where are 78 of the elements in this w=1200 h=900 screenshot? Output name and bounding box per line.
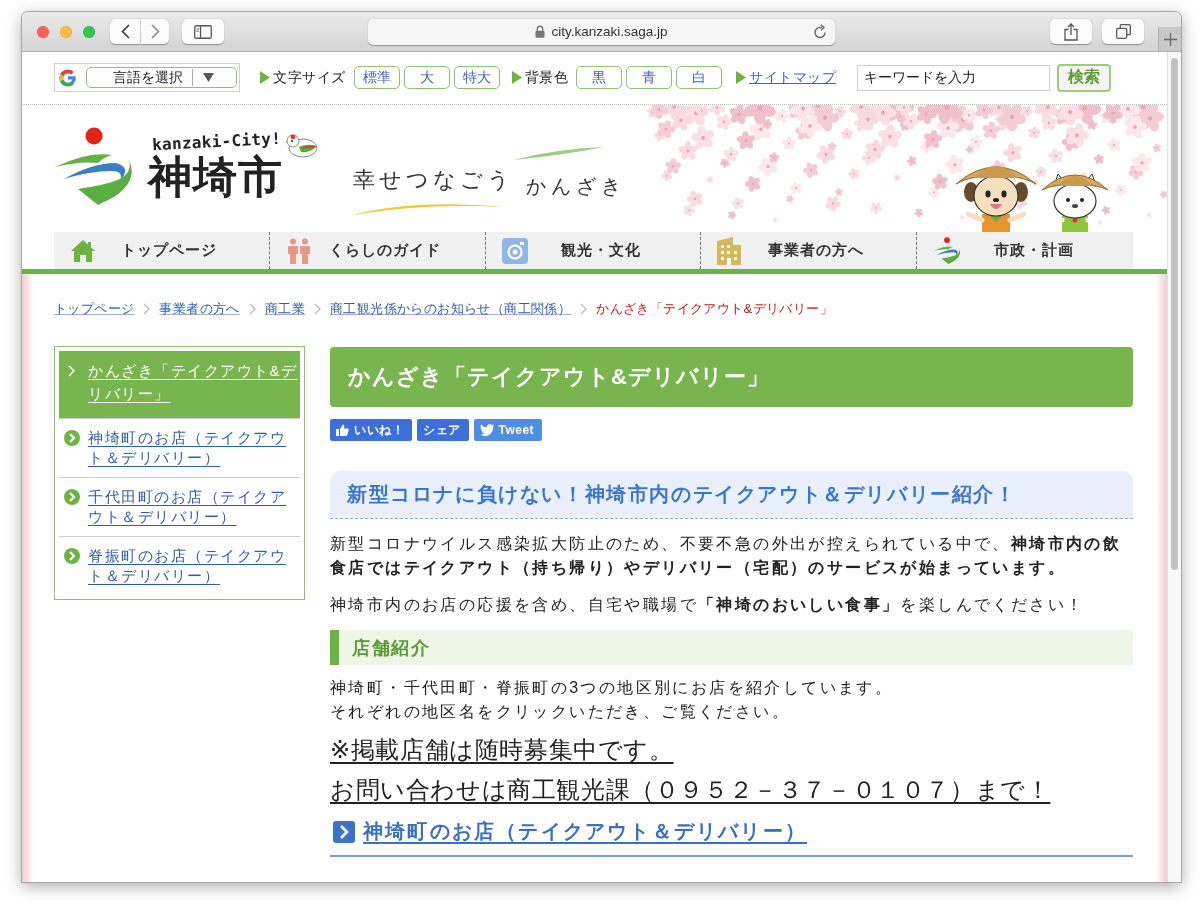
chevron-circle-icon [64, 548, 80, 564]
search-field[interactable]: キーワードを入力 [857, 64, 1050, 91]
sidebar-icon [194, 24, 212, 39]
scrollbar-thumb[interactable] [1171, 58, 1178, 570]
window-close-button[interactable] [37, 25, 49, 38]
language-select[interactable]: 言語を選択 [86, 67, 237, 88]
camera-icon [501, 237, 528, 264]
setting-label: 背景色 [524, 68, 568, 87]
breadcrumb-link[interactable]: トップページ [54, 300, 135, 318]
building-icon [717, 236, 742, 265]
emblem-icon [933, 237, 962, 264]
address-bar[interactable]: city.kanzaki.saga.jp [368, 18, 835, 45]
bird-icon [285, 133, 320, 159]
page-title: かんざき「テイクアウト&デリバリー」 [330, 347, 1133, 407]
breadcrumb-link[interactable]: 商工業 [264, 300, 305, 318]
plus-icon [1163, 32, 1177, 46]
breadcrumb-current-page: かんざき「テイクアウト&デリバリー」 [596, 300, 834, 318]
nav-item[interactable]: トップページ [54, 232, 270, 269]
back-icon [120, 24, 130, 39]
bird-icon [479, 424, 494, 436]
section-link[interactable]: 神埼町のお店（テイクアウト＆デリバリー） [333, 818, 807, 845]
caret-icon [203, 73, 214, 82]
sidebar-button[interactable] [182, 19, 224, 44]
notice-text: ※掲載店舗は随時募集中です。 [330, 735, 675, 765]
thumbs-up-icon [336, 424, 349, 436]
forward-icon [150, 24, 160, 39]
lock-icon [535, 25, 546, 38]
paragraph: 神埼市内のお店の応援を含め、自宅や職場で「神埼のおいしい食事」を楽しんでください！ [330, 595, 1086, 615]
forward-button[interactable] [141, 19, 169, 44]
new-tab-button[interactable] [1158, 27, 1181, 51]
window-zoom-button[interactable] [83, 25, 95, 38]
font-size-button[interactable]: 標準 [353, 66, 400, 89]
like-button[interactable]: いいね！ [330, 419, 412, 441]
nav-item[interactable]: 市政・計画 [917, 232, 1133, 269]
triangle-bullet-icon [260, 71, 270, 84]
chevron-icon [68, 365, 75, 377]
tabs-icon [1115, 24, 1131, 39]
tagline-text: 幸せつなごう [353, 166, 515, 194]
chevron-icon [314, 303, 321, 315]
share-button[interactable] [1050, 19, 1092, 44]
chevron-circle-icon [64, 489, 80, 505]
sidebar-link[interactable]: 脊振町のお店（テイクアウト＆デリバリー） [59, 536, 300, 595]
breadcrumb-link[interactable]: 商工観光係からのお知らせ（商工関係） [330, 300, 572, 318]
nav-item[interactable]: 事業者の方へ [701, 232, 918, 269]
people-icon [285, 237, 312, 264]
font-size-button[interactable]: 大 [403, 66, 450, 89]
tabs-button[interactable] [1102, 19, 1144, 44]
tagline-text: かんざき [526, 174, 627, 199]
chevron-icon [580, 303, 588, 315]
triangle-bullet-icon [736, 71, 746, 84]
chevron-icon [143, 303, 151, 315]
paragraph: 新型コロナウイルス感染拡大防止のため、不要不急の外出が控えられている中で、神埼市内の飲食店ではテイクアウト（持ち帰り）やデリバリー（宅配）のサービスが始まっています。 [330, 534, 1123, 578]
sidebar-link[interactable]: 千代田町のお店（テイクアウト＆デリバリー） [59, 477, 300, 536]
chevron-icon [248, 303, 256, 315]
share-post-button[interactable]: シェア [417, 419, 469, 441]
back-button[interactable] [110, 19, 140, 44]
share-icon [1064, 22, 1078, 41]
background-color-button[interactable]: 白 [676, 66, 722, 89]
sitemap-link[interactable]: サイトマップ [749, 68, 836, 87]
chevron-circle-icon [64, 430, 80, 446]
setting-label: 文字サイズ [273, 68, 346, 87]
home-icon [70, 238, 96, 263]
section-heading: 新型コロナに負けない！神埼市内のテイクアウト＆デリバリー紹介！ [330, 471, 1133, 519]
font-size-button[interactable]: 特大 [453, 66, 500, 89]
city-emblem-icon [54, 127, 134, 205]
background-color-button[interactable]: 黒 [576, 66, 622, 89]
nav-item[interactable]: 観光・文化 [485, 232, 702, 269]
triangle-bullet-icon [511, 71, 522, 84]
sidebar-link[interactable]: 神埼町のお店（テイクアウト＆デリバリー） [59, 418, 300, 477]
chevron-square-icon [333, 820, 355, 843]
notice-text: お問い合わせは商工観光課（０９５２－３７－０１０７）まで！ [330, 775, 1052, 805]
background-color-button[interactable]: 青 [626, 66, 672, 89]
reload-icon[interactable] [813, 24, 827, 39]
subsection-heading: 店舗紹介 [330, 630, 1133, 665]
breadcrumb-link[interactable]: 事業者の方へ [159, 300, 240, 318]
paragraph: 神埼町・千代田町・脊振町の3つの地区別にお店を紹介しています。 それぞれの地区名をクリックいただき、ご覧ください。 [330, 678, 895, 722]
nav-item[interactable]: くらしのガイド [269, 232, 486, 269]
g-logo-icon [58, 67, 78, 88]
